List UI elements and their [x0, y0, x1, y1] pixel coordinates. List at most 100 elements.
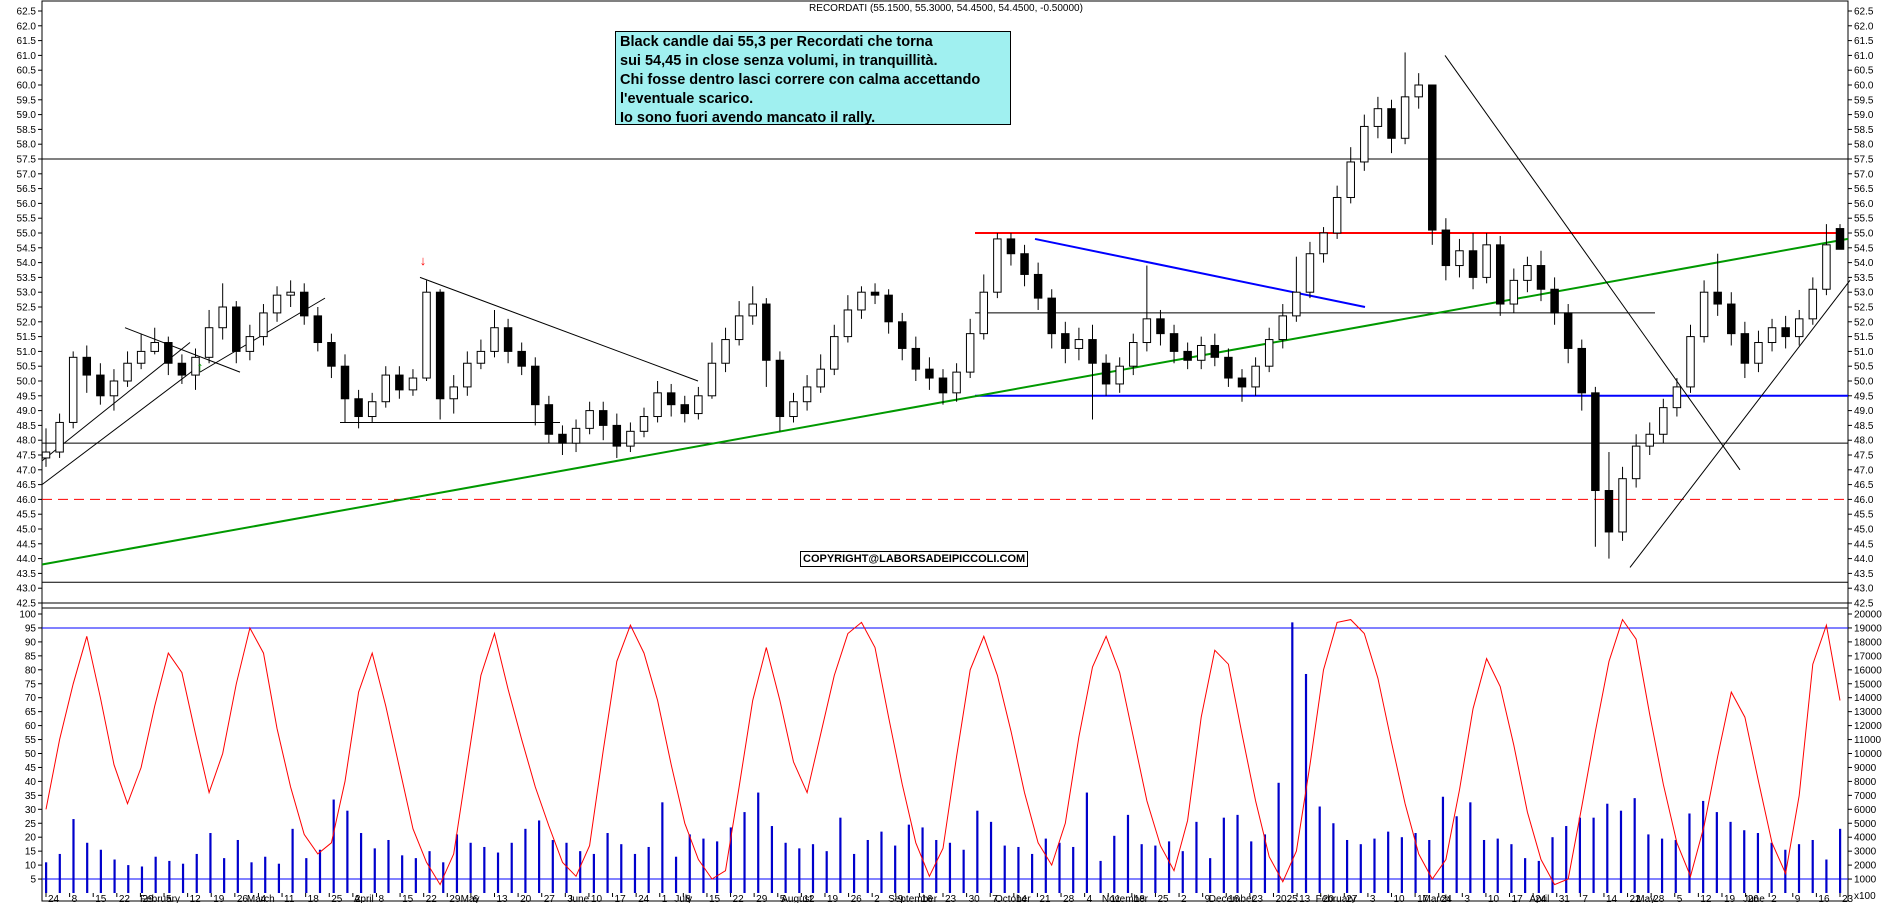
y-tick-label-left: 51.5	[17, 332, 37, 343]
volume-bar	[414, 858, 417, 893]
volume-bar	[496, 852, 500, 893]
candle-body	[762, 303, 771, 361]
x-tick-label: 2025	[1275, 894, 1298, 903]
volume-bar	[743, 812, 746, 893]
candle-body	[598, 410, 608, 426]
osc-tick-label: 45	[25, 763, 37, 774]
y-tick-label-left: 60.5	[17, 66, 37, 77]
volume-bar	[250, 862, 253, 893]
month-label: June	[1743, 894, 1765, 903]
candle-body	[1754, 342, 1763, 364]
y-tick-label-left: 42.5	[17, 599, 37, 610]
volume-bar	[195, 853, 198, 893]
candle-body	[517, 350, 526, 367]
month-label: May	[1636, 894, 1655, 903]
y-tick-label-left: 56.5	[17, 184, 37, 195]
x-tick-label: 22	[426, 894, 438, 903]
x-tick-label: 29	[449, 894, 461, 903]
y-tick-label-right: 62.5	[1854, 7, 1874, 18]
volume-bar	[1373, 838, 1376, 893]
x-tick-label: 13	[497, 894, 509, 903]
candle-body	[952, 371, 961, 394]
osc-tick-label: 70	[25, 693, 37, 704]
x-tick-label: 26	[851, 894, 863, 903]
x-tick-label: 10	[1394, 894, 1406, 903]
y-tick-label-right: 51.0	[1854, 347, 1874, 358]
candle-body	[843, 309, 853, 338]
candle-body	[544, 404, 554, 435]
candle-body	[802, 386, 812, 403]
x-tick-label: 17	[1512, 894, 1524, 903]
y-tick-label-left: 49.0	[17, 406, 37, 417]
candle-body	[1373, 108, 1383, 127]
candle-body	[1088, 339, 1097, 364]
candle-body	[1183, 350, 1192, 361]
candle-body	[789, 401, 798, 418]
osc-tick-label: 10	[25, 861, 37, 872]
y-tick-label-left: 59.5	[17, 95, 37, 106]
y-tick-label-right: 55.5	[1854, 214, 1874, 225]
candle-body	[204, 327, 214, 358]
candle-body	[1414, 84, 1423, 98]
y-tick-label-left: 48.5	[17, 421, 37, 432]
volume-bar	[989, 821, 993, 893]
candle-body	[1523, 265, 1532, 281]
candle-body	[150, 342, 159, 352]
y-tick-label-right: 53.0	[1854, 288, 1874, 299]
month-label: March	[247, 894, 275, 903]
volume-bar	[1756, 833, 1760, 893]
candle-body	[1156, 318, 1165, 335]
month-label: May	[461, 894, 480, 903]
candle-body	[177, 362, 187, 376]
vol-tick-label: 1000	[1854, 875, 1877, 886]
candle-body	[82, 356, 92, 376]
candle-body	[870, 291, 880, 296]
osc-tick-label: 40	[25, 777, 37, 788]
volume-bar	[387, 839, 390, 893]
candle-body	[1577, 347, 1587, 394]
volume-bar	[1359, 844, 1362, 893]
volume-bar	[236, 839, 239, 893]
volume-bar	[1606, 803, 1609, 893]
candle-body	[1169, 333, 1179, 352]
month-label: October	[995, 894, 1031, 903]
annotation-line-4: l'eventuale scarico.	[620, 91, 754, 107]
vol-tick-label: 5000	[1854, 819, 1877, 830]
volume-bar	[1633, 798, 1636, 893]
osc-tick-label: 90	[25, 637, 37, 648]
osc-tick-label: 15	[25, 847, 37, 858]
volume-bar	[962, 849, 965, 893]
candle-body	[1346, 161, 1355, 198]
osc-tick-label: 30	[25, 805, 37, 816]
volume-bar	[373, 848, 376, 893]
volume-bar	[811, 844, 815, 893]
candle-body	[259, 312, 268, 338]
x-tick-label: 3	[1464, 894, 1470, 903]
volume-bar	[140, 866, 144, 893]
candle-body	[1794, 318, 1804, 338]
vol-tick-label: 20000	[1854, 610, 1882, 621]
candle-body	[232, 306, 241, 352]
volume-bar	[86, 842, 89, 893]
osc-tick-label: 35	[25, 791, 37, 802]
x-tick-label: 2	[1181, 894, 1187, 903]
time-axis: 24 8 15 22 29 5 12 19 26 4 11 18 25 2 8 15 22 29 6 13 20 27 3 1…	[45, 893, 1854, 903]
volume-bar	[58, 853, 61, 893]
volume-bar	[1496, 838, 1499, 893]
volume-bar	[866, 839, 869, 893]
volume-bar	[770, 826, 774, 893]
candle-body	[1387, 108, 1396, 139]
y-tick-label-left: 43.5	[17, 569, 37, 580]
volume-bar	[894, 845, 897, 893]
osc-tick-label: 50	[25, 749, 37, 760]
volume-bar	[1085, 792, 1088, 893]
y-tick-label-right: 50.0	[1854, 377, 1874, 388]
volume-bar	[1154, 845, 1157, 893]
candle-body	[1360, 125, 1369, 163]
volume-bar	[1250, 841, 1253, 893]
y-tick-label-right: 52.5	[1854, 303, 1874, 314]
candle-body	[1210, 344, 1220, 358]
x-tick-label: 17	[615, 894, 627, 903]
candle-body	[993, 238, 1002, 293]
osc-tick-label: 85	[25, 651, 37, 662]
